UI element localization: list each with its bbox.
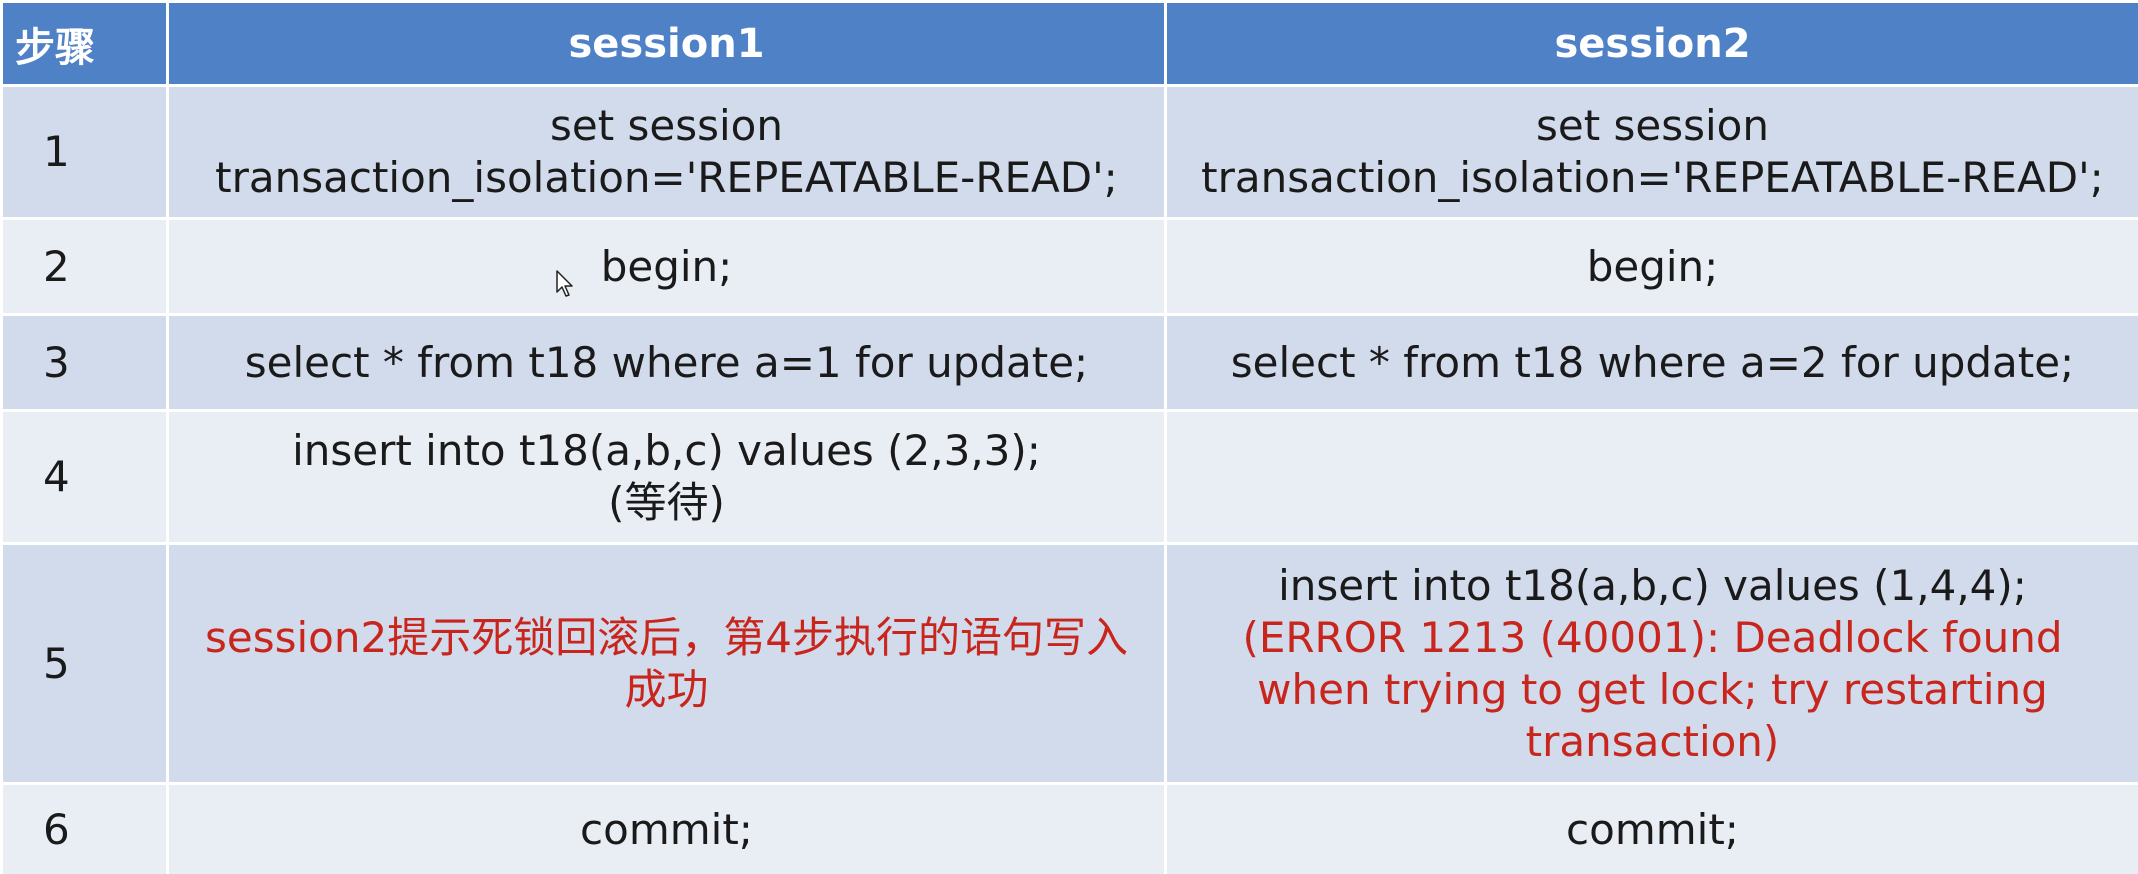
table-row: 2 begin; begin;: [0, 217, 2138, 316]
step-number: 1: [0, 84, 169, 220]
header-session2: session2: [1164, 0, 2138, 87]
table-row: 3 select * from t18 where a=1 for update…: [0, 313, 2138, 412]
session2-cell: set session transaction_isolation='REPEA…: [1164, 84, 2138, 220]
error-message-line: (ERROR 1213 (40001): Deadlock found: [1242, 612, 2063, 662]
transaction-steps-table: 步骤 session1 session2 1 set session trans…: [0, 0, 2138, 874]
sql-line: insert into t18(a,b,c) values (1,4,4);: [1278, 560, 2027, 610]
header-session1: session1: [166, 0, 1167, 87]
session2-cell-empty: [1164, 409, 2138, 545]
session2-cell: commit;: [1164, 782, 2138, 874]
sql-line: begin;: [600, 241, 733, 291]
session1-cell: session2提示死锁回滚后，第4步执行的语句写入成功: [166, 542, 1167, 785]
header-step: 步骤: [0, 0, 169, 87]
sql-line: commit;: [1566, 804, 1739, 854]
error-message-line: transaction): [1525, 716, 1780, 766]
table-row: 6 commit; commit;: [0, 782, 2138, 874]
session2-cell: insert into t18(a,b,c) values (1,4,4); (…: [1164, 542, 2138, 785]
mouse-cursor-icon: [556, 270, 573, 297]
session2-cell: begin;: [1164, 217, 2138, 316]
step-number: 5: [0, 542, 169, 785]
session1-cell: commit;: [166, 782, 1167, 874]
step-number: 2: [0, 217, 169, 316]
sql-line: select * from t18 where a=1 for update;: [244, 337, 1089, 387]
wait-note: (等待): [608, 478, 725, 527]
step-number: 6: [0, 782, 169, 874]
sql-line: set session: [549, 101, 783, 150]
session1-cell: insert into t18(a,b,c) values (2,3,3); (…: [166, 409, 1167, 545]
sql-line: insert into t18(a,b,c) values (2,3,3);: [292, 426, 1041, 475]
step-number: 4: [0, 409, 169, 545]
sql-line: transaction_isolation='REPEATABLE-READ';: [1201, 153, 2104, 202]
sql-line: set session: [1535, 101, 1769, 150]
rollback-note: session2提示死锁回滚后，第4步执行的语句写入成功: [205, 612, 1128, 714]
session1-cell: set session transaction_isolation='REPEA…: [166, 84, 1167, 220]
session1-cell: select * from t18 where a=1 for update;: [166, 313, 1167, 412]
sql-line: begin;: [1586, 241, 1719, 291]
slide: 步骤 session1 session2 1 set session trans…: [0, 0, 2138, 874]
sql-line: transaction_isolation='REPEATABLE-READ';: [215, 153, 1118, 202]
table-row: 1 set session transaction_isolation='REP…: [0, 84, 2138, 220]
sql-line: commit;: [580, 804, 753, 854]
session1-cell: begin;: [166, 217, 1167, 316]
error-message-line: when trying to get lock; try restarting: [1257, 664, 2048, 714]
table-row: 4 insert into t18(a,b,c) values (2,3,3);…: [0, 409, 2138, 545]
sql-line: select * from t18 where a=2 for update;: [1230, 337, 2075, 387]
table-row: 5 session2提示死锁回滚后，第4步执行的语句写入成功 insert in…: [0, 542, 2138, 785]
session2-cell: select * from t18 where a=2 for update;: [1164, 313, 2138, 412]
header-row: 步骤 session1 session2: [0, 0, 2138, 87]
step-number: 3: [0, 313, 169, 412]
